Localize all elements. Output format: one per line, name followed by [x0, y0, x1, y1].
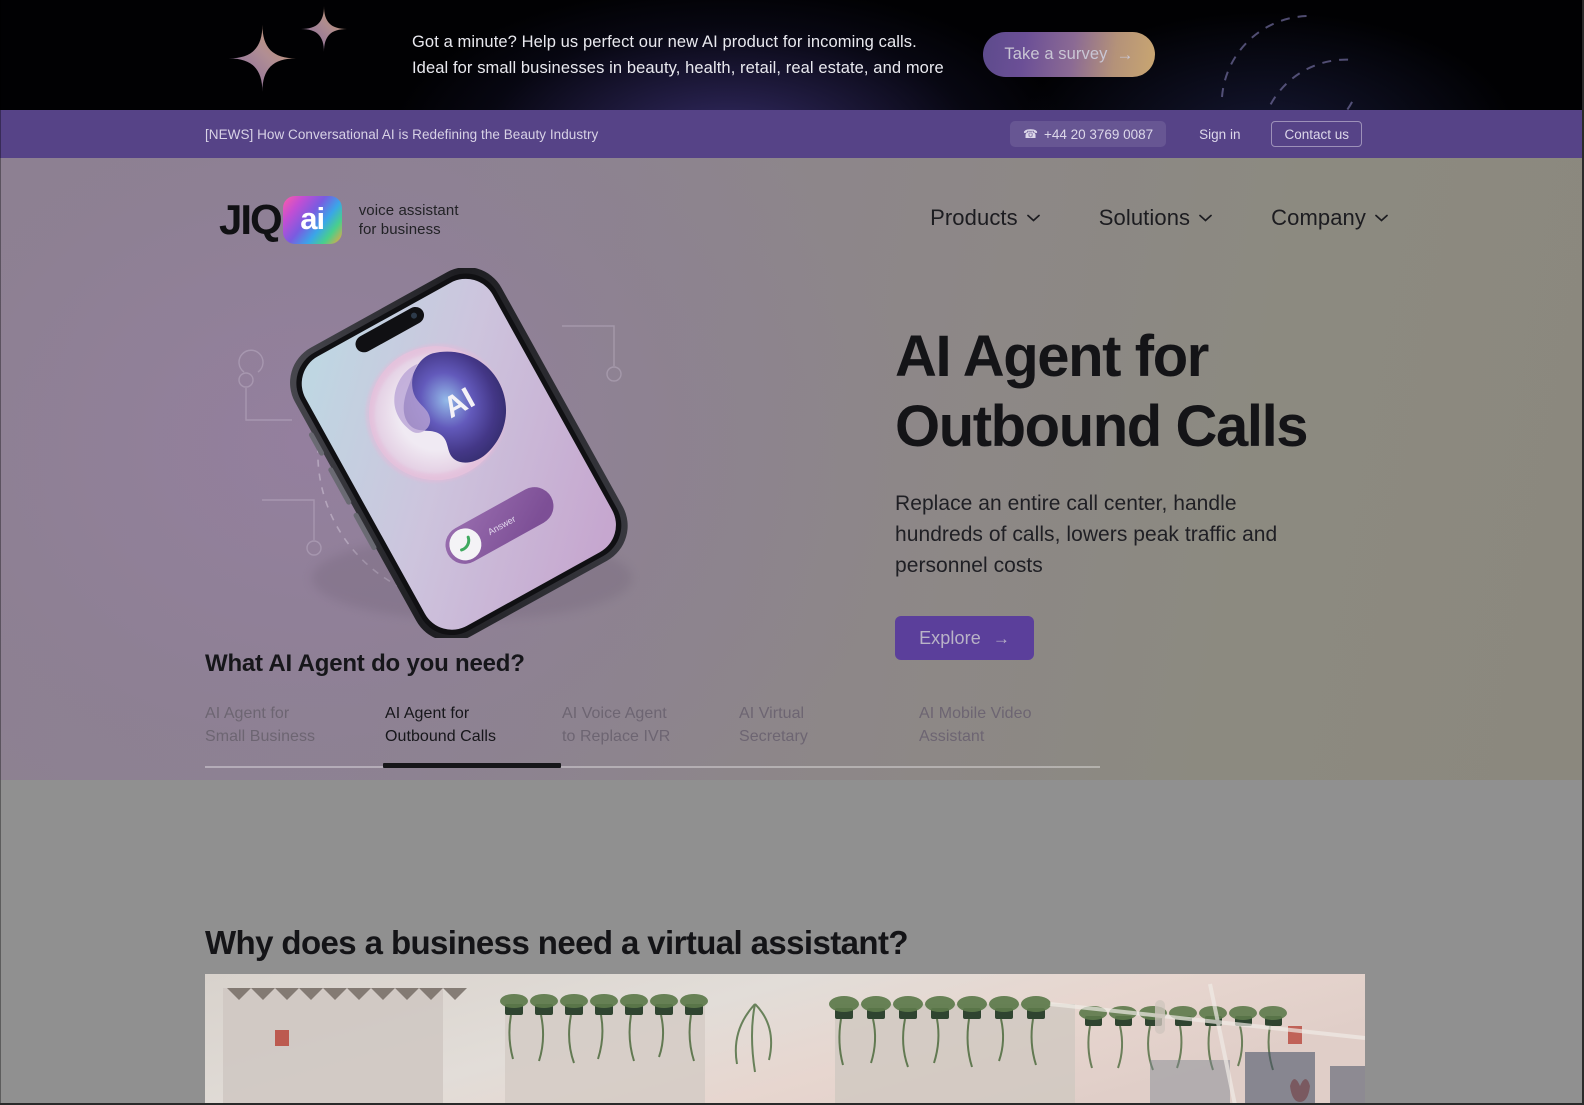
agent-selector-title: What AI Agent do you need? [205, 650, 525, 677]
brand-logo[interactable]: JIQ ai voice assistant for business [219, 196, 459, 244]
office-interior-illustration [205, 974, 1365, 1105]
take-survey-button[interactable]: Take a survey → [983, 32, 1155, 77]
nav-label-solutions: Solutions [1098, 205, 1191, 230]
tab-ai-agent-outbound-calls[interactable]: AI Agent for Outbound Calls [385, 702, 562, 748]
page-root: Got a minute? Help us perfect our new AI… [0, 0, 1584, 1105]
contact-us-button[interactable]: Contact us [1271, 121, 1362, 147]
news-announcement-link[interactable]: [NEWS] How Conversational AI is Redefini… [205, 127, 598, 142]
arrow-right-icon: → [1116, 45, 1134, 64]
hero-phone-mockup-image: AI Answer [238, 268, 632, 638]
chevron-down-icon [1199, 214, 1212, 222]
promo-message: Got a minute? Help us perfect our new AI… [412, 29, 972, 81]
utility-actions: ☎ +44 20 3769 0087 Sign in Contact us [1009, 121, 1362, 147]
phone-number-chip[interactable]: ☎ +44 20 3769 0087 [1009, 121, 1167, 147]
main-navigation: Products Solutions Company [930, 205, 1388, 231]
hero-title: AI Agent for Outbound Calls [895, 322, 1395, 462]
sparkle-decoration-icon [228, 6, 347, 92]
logo-mark: JIQ ai [219, 196, 342, 244]
brand-tagline-line2: for business [358, 221, 441, 238]
tab-ai-agent-small-business[interactable]: AI Agent for Small Business [205, 702, 385, 748]
promo-banner: Got a minute? Help us perfect our new AI… [0, 0, 1584, 110]
dashed-arc-decoration-icon [1221, 15, 1355, 110]
nav-label-products: Products [930, 205, 1018, 230]
hero-title-line1: AI Agent for [895, 324, 1209, 389]
tab-indicator-track[interactable] [205, 766, 1100, 768]
phone-number-label: +44 20 3769 0087 [1043, 126, 1154, 142]
promo-line1: Help us perfect our new AI product for i… [516, 33, 917, 51]
tab-ai-virtual-secretary[interactable]: AI Virtual Secretary [739, 702, 919, 748]
nav-label-company: Company [1271, 205, 1366, 230]
chevron-down-icon [1026, 214, 1040, 222]
phone-icon: ☎ [1022, 127, 1038, 141]
tab-ai-voice-agent-ivr[interactable]: AI Voice Agent to Replace IVR [562, 702, 739, 748]
tab-ai-mobile-video-assistant[interactable]: AI Mobile Video Assistant [919, 702, 1105, 748]
brand-tagline-line1: voice assistant [358, 202, 459, 219]
office-video-thumbnail[interactable] [205, 974, 1365, 1105]
logo-wordmark: JIQ [219, 196, 283, 243]
hero-subtitle: Replace an entire call center, handle hu… [895, 492, 1278, 577]
promo-highlight: Got a minute? [412, 33, 517, 51]
nav-item-products[interactable]: Products [930, 205, 1040, 231]
explore-button[interactable]: Explore → [895, 616, 1034, 660]
hero-copy: AI Agent for Outbound Calls Replace an e… [895, 322, 1395, 660]
news-utility-bar: [NEWS] How Conversational AI is Redefini… [0, 110, 1584, 158]
take-survey-label: Take a survey [1004, 45, 1108, 63]
chevron-down-icon [1375, 214, 1388, 222]
sign-in-link[interactable]: Sign in [1199, 127, 1240, 142]
nav-item-solutions[interactable]: Solutions [1099, 205, 1212, 231]
brand-tagline: voice assistant for business [359, 201, 459, 239]
promo-line2: Ideal for small businesses in beauty, he… [412, 59, 944, 77]
hero-title-line2: Outbound Calls [895, 394, 1309, 459]
section-heading: Why does a business need a virtual assis… [205, 924, 909, 961]
explore-label: Explore [919, 627, 981, 648]
arrow-right-icon: → [992, 628, 1010, 648]
logo-ai-badge: ai [282, 196, 342, 244]
nav-item-company[interactable]: Company [1271, 205, 1388, 231]
agent-tabs: AI Agent for Small Business AI Agent for… [205, 702, 1105, 748]
tab-indicator-thumb [383, 763, 561, 768]
